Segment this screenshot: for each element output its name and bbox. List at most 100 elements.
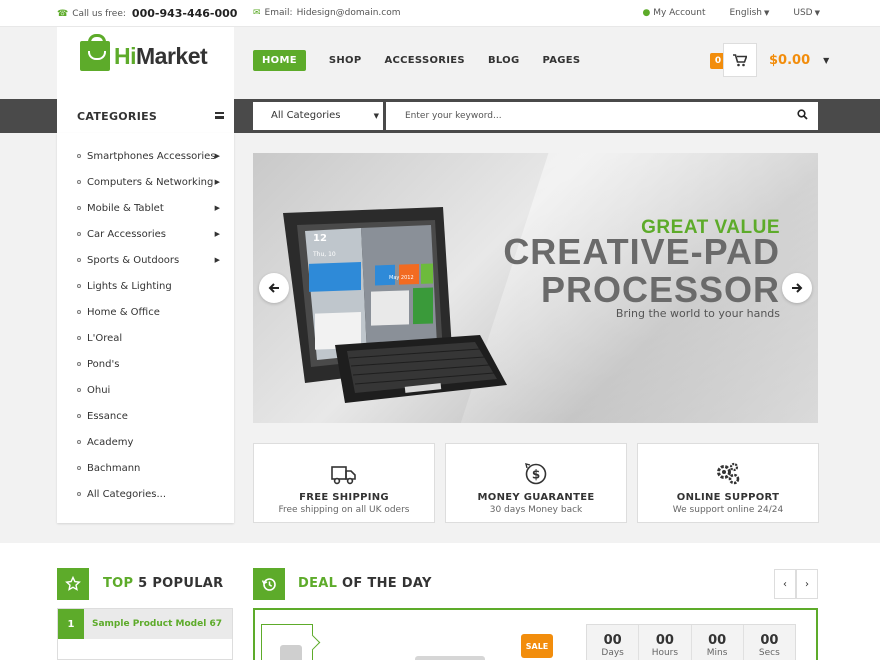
list-item[interactable]: 1 Sample Product Model 67	[58, 609, 232, 639]
caret-down-icon: ▼	[373, 112, 379, 120]
chevron-left-icon[interactable]: ‹	[774, 569, 796, 599]
feature-title: FREE SHIPPING	[299, 492, 389, 503]
countdown-label: Days	[601, 648, 624, 658]
mini-cart[interactable]: 0 $0.00 ▼	[710, 43, 829, 77]
category-select[interactable]: All Categories ▼	[253, 102, 383, 130]
countdown-label: Secs	[758, 648, 780, 658]
nav-accessories[interactable]: ACCESSORIES	[384, 55, 464, 66]
bullet-icon	[77, 466, 81, 470]
deal-title-rest: OF THE DAY	[337, 576, 432, 591]
sidebar-item[interactable]: L'Oreal	[57, 325, 234, 351]
sidebar-item-label: Academy	[87, 436, 134, 448]
slider-next-button[interactable]	[782, 273, 812, 303]
feature-money-guarantee: $ MONEY GUARANTEE 30 days Money back	[445, 443, 627, 523]
chevron-right-icon[interactable]: ›	[796, 569, 818, 599]
sidebar-item-label: Home & Office	[87, 306, 160, 318]
main-nav: HOME SHOP ACCESSORIES BLOG PAGES	[253, 50, 603, 71]
sidebar-item[interactable]: All Categories...	[57, 481, 234, 507]
slide-tagline: Bring the world to your hands	[615, 307, 780, 320]
slider-prev-button[interactable]	[259, 273, 289, 303]
feature-desc: We support online 24/24	[672, 505, 784, 515]
deal-thumbnail[interactable]	[261, 624, 313, 660]
nav-blog[interactable]: BLOG	[488, 55, 520, 66]
nav-home[interactable]: HOME	[253, 50, 306, 71]
sidebar-item[interactable]: Sports & Outdoors ▶	[57, 247, 234, 273]
bullet-icon	[77, 180, 81, 184]
truck-icon	[254, 456, 434, 486]
sidebar-item-label: Ohui	[87, 384, 111, 396]
caret-right-icon: ▶	[214, 152, 220, 160]
tablet-keyboard-image	[283, 207, 507, 403]
menu-icon[interactable]	[215, 112, 224, 119]
countdown-value: 00	[603, 633, 622, 648]
svg-text:$: $	[532, 468, 540, 482]
top-popular-title-green: TOP	[103, 576, 134, 591]
top-popular-list: 1 Sample Product Model 67	[57, 608, 233, 660]
gears-icon	[638, 456, 818, 486]
product-main-image[interactable]	[415, 656, 485, 660]
bullet-icon	[77, 336, 81, 340]
slide-title-line2: PROCESSOR	[540, 269, 780, 310]
countdown-value: 00	[708, 633, 727, 648]
sidebar-item[interactable]: Essance	[57, 403, 234, 429]
caret-down-icon[interactable]: ▼	[823, 56, 829, 65]
feature-free-shipping: FREE SHIPPING Free shipping on all UK od…	[253, 443, 435, 523]
product-name[interactable]: Sample Product Model 67	[92, 619, 222, 629]
nav-shop[interactable]: SHOP	[329, 55, 362, 66]
bullet-icon	[77, 414, 81, 418]
caret-right-icon: ▶	[214, 204, 220, 212]
hero-slider[interactable]: 12 Thu, 10 May 2012 GREAT VALUE CREATIVE…	[253, 153, 818, 423]
sidebar-item[interactable]: Academy	[57, 429, 234, 455]
sidebar-item[interactable]: Smartphones Accessories ▶	[57, 143, 234, 169]
sidebar-item-label: Car Accessories	[87, 228, 167, 240]
sidebar-item[interactable]: Car Accessories ▶	[57, 221, 234, 247]
countdown-value: 00	[760, 633, 779, 648]
phone-info: ☎ Call us free: 000-943-446-000	[57, 7, 237, 20]
currency-select[interactable]: USD ▼	[793, 8, 820, 18]
sidebar-item[interactable]: Ohui	[57, 377, 234, 403]
bullet-icon	[77, 154, 81, 158]
bullet-icon	[77, 310, 81, 314]
shopping-bag-icon	[80, 34, 110, 71]
language-select[interactable]: English ▼	[729, 8, 769, 18]
sidebar-item[interactable]: Bachmann	[57, 455, 234, 481]
my-account-label: My Account	[653, 8, 706, 18]
arrow-left-icon	[268, 283, 279, 293]
top-popular-title: TOP 5 POPULAR	[103, 576, 223, 591]
tablet-date: Thu, 10	[313, 251, 336, 258]
logo[interactable]: HiMarket	[80, 34, 208, 71]
categories-header[interactable]: CATEGORIES	[57, 99, 234, 133]
caret-right-icon: ▶	[214, 230, 220, 238]
sidebar-item[interactable]: Computers & Networking ▶	[57, 169, 234, 195]
bullet-icon	[77, 206, 81, 210]
my-account-link[interactable]: ● My Account	[642, 8, 705, 18]
feature-desc: 30 days Money back	[489, 505, 583, 515]
caret-down-icon: ▼	[763, 9, 770, 17]
cart-total: $0.00	[769, 52, 811, 68]
search-icon[interactable]	[797, 109, 808, 123]
sidebar-item[interactable]: Mobile & Tablet ▶	[57, 195, 234, 221]
user-icon: ●	[642, 8, 651, 18]
email-address[interactable]: Hidesign@domain.com	[297, 8, 401, 18]
currency-label: USD	[793, 8, 813, 18]
top-bar: ☎ Call us free: 000-943-446-000 ✉ Email:…	[0, 0, 880, 27]
email-label: Email:	[264, 8, 293, 18]
logo-market: Market	[136, 42, 208, 69]
sidebar-item[interactable]: Home & Office	[57, 299, 234, 325]
cart-icon[interactable]	[723, 43, 757, 77]
search-input[interactable]: Enter your keyword...	[386, 102, 818, 130]
sidebar-item[interactable]: Pond's	[57, 351, 234, 377]
countdown-secs: 00 Secs	[744, 625, 795, 660]
rank-badge: 1	[58, 609, 84, 639]
phone-number: 000-943-446-000	[131, 7, 238, 20]
deal-of-the-day: SALE 00 Days 00 Hours 00 Mins 00 Secs	[253, 608, 818, 660]
sidebar-item[interactable]: Lights & Lighting	[57, 273, 234, 299]
history-icon	[253, 568, 285, 600]
bullet-icon	[77, 362, 81, 366]
feature-online-support: ONLINE SUPPORT We support online 24/24	[637, 443, 819, 523]
sidebar-item-label: All Categories...	[87, 488, 167, 500]
caret-right-icon: ▶	[214, 256, 220, 264]
language-label: English	[729, 8, 762, 18]
nav-pages[interactable]: PAGES	[542, 55, 580, 66]
money-icon: $	[446, 456, 626, 486]
